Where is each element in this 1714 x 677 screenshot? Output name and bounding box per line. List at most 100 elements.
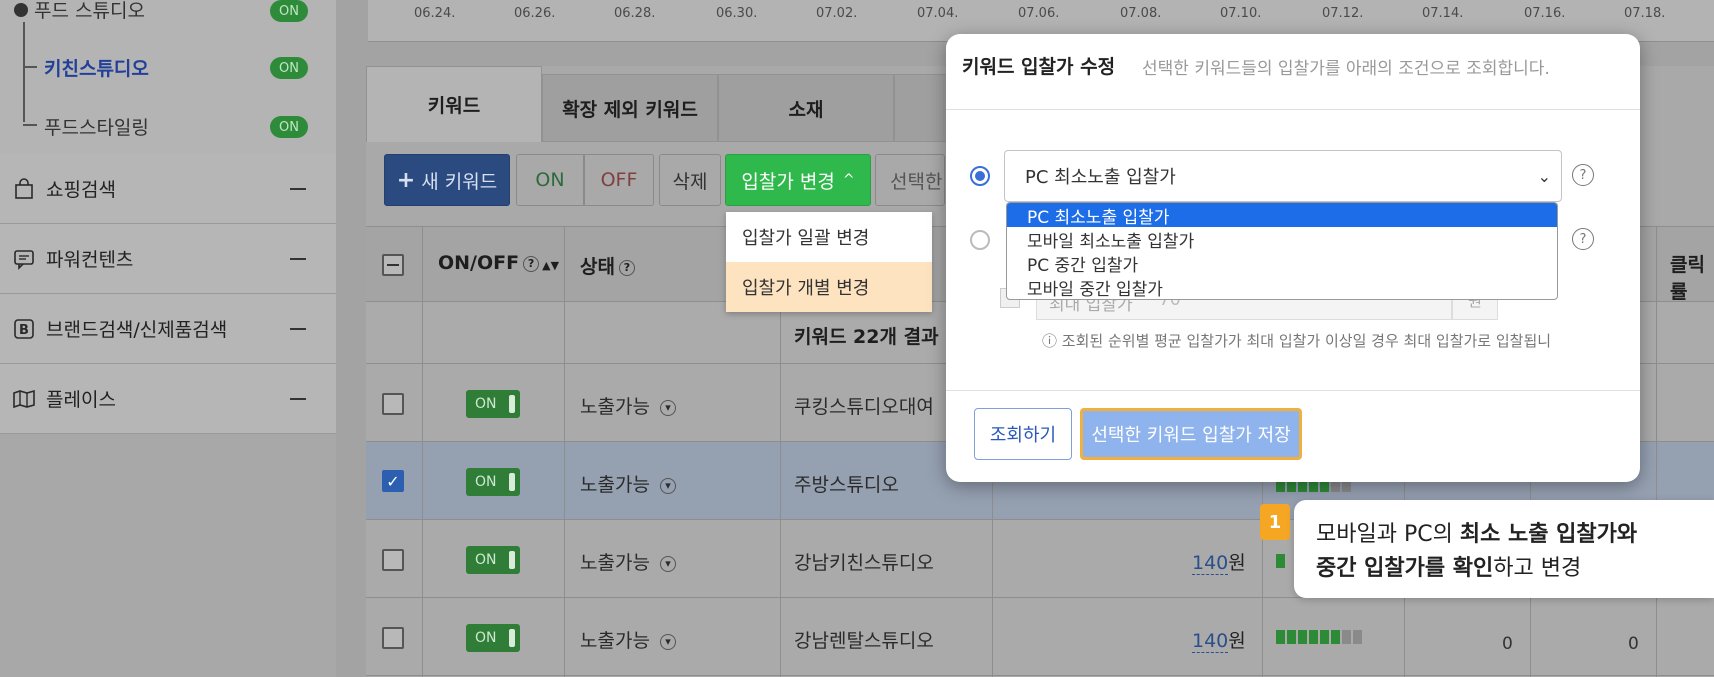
sidebar-group-title[interactable]: 푸드 스튜디오 [34,0,145,23]
selected-action-button[interactable]: 선택한 [875,154,945,206]
svg-text:B: B [19,323,29,338]
chevron-down-icon[interactable]: ▾ [659,477,676,494]
status-cell[interactable]: 노출가능 ▾ [580,470,676,497]
status-cell[interactable]: 노출가능 ▾ [580,626,676,653]
bid-price-value[interactable]: 140 [1192,552,1229,575]
status-cell[interactable]: 노출가능 ▾ [580,548,676,575]
chevron-down-icon[interactable]: ▾ [659,555,676,572]
sidebar: 푸드 스튜디오 ON 키친스튜디오 ON 푸드스타일링 ON 쇼핑검색 파워컨텐… [0,0,336,677]
menu-item-individual-bid-change[interactable]: 입찰가 개별 변경 [726,262,932,312]
onoff-column-header[interactable]: ON/OFF? ▲▼ [438,252,559,274]
query-button[interactable]: 조회하기 [974,408,1072,460]
row-checkbox[interactable] [382,627,404,649]
delete-button[interactable]: 삭제 [659,154,721,206]
keyword-cell[interactable]: 강남키친스튜디오 [794,548,934,575]
sidebar-item-shopping-search[interactable]: 쇼핑검색 [0,154,336,224]
row-checkbox[interactable] [382,393,404,415]
radio-other-option[interactable] [970,230,990,250]
sidebar-item-label: 쇼핑검색 [46,179,116,201]
onoff-toggle[interactable]: ON [466,468,520,496]
sidebar-item-label: 플레이스 [46,389,116,411]
rank-bars [1276,630,1362,644]
timeline-date: 06.26. [514,6,556,21]
callout-text-bold: 최소 노출 입찰가와 [1459,522,1638,547]
collapse-dash-icon[interactable] [290,257,306,260]
plus-icon: + [396,167,416,193]
onoff-toggle[interactable]: ON [466,546,520,574]
option-pc-min-bid[interactable]: PC 최소노출 입찰가 [1007,203,1557,228]
bid-price[interactable]: 140원 [1192,548,1246,575]
click-rate-column-header[interactable]: 클릭률 [1670,250,1714,304]
callout-text-part: 하고 변경 [1493,556,1582,581]
row-checkbox[interactable]: ✓ [382,470,404,492]
collapse-dash-icon[interactable] [290,187,306,190]
column-divider [1656,226,1657,677]
tab-excluded-keyword[interactable]: 확장 제외 키워드 [542,74,718,142]
chat-card-icon [12,247,36,271]
help-icon[interactable]: ? [1572,164,1594,186]
currency-unit: 원 [1228,552,1246,574]
help-icon[interactable]: ? [618,259,635,276]
header-label: 상태 [580,256,615,278]
radio-rank-bid[interactable] [970,166,990,186]
sidebar-item-label: 브랜드검색/신제품검색 [46,319,228,341]
modal-header: 키워드 입찰가 수정 선택한 키워드들의 입찰가를 아래의 조건으로 조회합니다… [946,34,1640,110]
status-cell[interactable]: 노출가능 ▾ [580,392,676,419]
metric-value: 0 [1502,634,1513,654]
menu-item-bulk-bid-change[interactable]: 입찰가 일괄 변경 [726,212,932,262]
onoff-toggle[interactable]: ON [466,624,520,652]
timeline-date: 06.28. [614,6,656,21]
sidebar-item-label: 파워컨텐츠 [46,249,134,271]
sidebar-item-power-contents[interactable]: 파워컨텐츠 [0,224,336,294]
sort-icon[interactable]: ▲▼ [542,259,559,272]
bid-price[interactable]: 140원 [1192,626,1246,653]
off-button[interactable]: OFF [584,154,654,206]
row-checkbox[interactable] [382,549,404,571]
option-mobile-min-bid[interactable]: 모바일 최소노출 입찰가 [1007,227,1557,252]
chevron-down-icon[interactable]: ▾ [659,633,676,650]
sidebar-item-kitchen-studio[interactable]: 키친스튜디오 [44,54,149,81]
sidebar-item-food-styling[interactable]: 푸드스타일링 [44,113,149,140]
bid-change-menu: 입찰가 일괄 변경 입찰가 개별 변경 [726,212,932,312]
status-badge: ON [270,116,308,138]
status-column-header[interactable]: 상태? [580,252,635,279]
modal-footer-divider [946,390,1640,391]
tab-keyword[interactable]: 키워드 [366,66,542,142]
save-bid-button[interactable]: 선택한 키워드 입찰가 저장 [1080,408,1302,460]
new-keyword-button[interactable]: + 새 키워드 [384,154,510,206]
tab-ad-material[interactable]: 소재 [718,74,894,142]
option-pc-mid-bid[interactable]: PC 중간 입찰가 [1007,251,1557,276]
chevron-down-icon: ⌄ [1537,167,1551,186]
help-icon[interactable]: ? [1572,228,1594,250]
callout-text-bold: 중간 입찰가를 확인 [1316,556,1494,581]
column-divider [564,226,565,677]
keyword-cell[interactable]: 강남렌탈스튜디오 [794,626,934,653]
bid-change-button[interactable]: 입찰가 변경 ^ [725,154,871,206]
collapse-dash-icon[interactable] [290,397,306,400]
column-divider [422,226,423,677]
collapse-icon[interactable] [14,3,28,17]
sidebar-item-brand-search[interactable]: B 브랜드검색/신제품검색 [0,294,336,364]
tutorial-callout: 모바일과 PC의 최소 노출 입찰가와 중간 입찰가를 확인하고 변경 [1294,500,1714,598]
on-button[interactable]: ON [516,154,584,206]
sidebar-item-place[interactable]: 플레이스 [0,364,336,434]
currency-unit: 원 [1228,630,1246,652]
bid-type-select[interactable]: PC 최소노출 입찰가 ⌄ [1004,150,1562,202]
onoff-toggle[interactable]: ON [466,390,520,418]
collapse-dash-icon[interactable] [290,327,306,330]
option-mobile-mid-bid[interactable]: 모바일 중간 입찰가 [1007,275,1557,300]
select-all-checkbox[interactable] [382,254,404,276]
help-icon[interactable]: ? [523,255,540,272]
tree-branch [23,66,37,68]
bid-price-value[interactable]: 140 [1192,630,1229,653]
status-badge: ON [270,57,308,79]
bid-note: ⓘ 조회된 순위별 평균 입찰가가 최대 입찰가 이상일 경우 최대 입찰가로 … [1042,330,1551,351]
keyword-cell[interactable]: 쿠킹스튜디오대여 [794,392,934,419]
callout-text: 모바일과 PC의 최소 노출 입찰가와 중간 입찰가를 확인하고 변경 [1316,518,1637,586]
header-label: ON/OFF [438,252,520,274]
callout-text-part: 모바일과 PC의 [1316,522,1460,547]
result-summary: 키워드 22개 결과 [794,326,939,348]
keyword-cell[interactable]: 주방스튜디오 [794,470,899,497]
chevron-down-icon[interactable]: ▾ [659,399,676,416]
bid-note-text: 조회된 순위별 평균 입찰가가 최대 입찰가 이상일 경우 최대 입찰가로 입찰… [1061,332,1552,350]
